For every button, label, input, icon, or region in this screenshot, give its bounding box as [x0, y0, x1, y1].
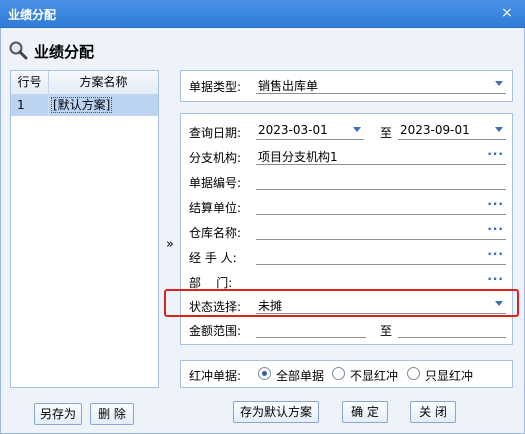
- scheme-row[interactable]: 1 [默认方案]: [11, 95, 158, 116]
- window-title: 业绩分配: [8, 8, 57, 22]
- scheme-row-no: 1: [11, 95, 49, 116]
- ellipsis-icon[interactable]: ···: [487, 222, 504, 236]
- branch-value: 项目分支机构1: [258, 150, 338, 164]
- close-icon[interactable]: ×: [499, 4, 515, 22]
- scheme-row-name-text: [默认方案]: [51, 97, 113, 113]
- col-scheme-name: 方案名称: [79, 75, 128, 89]
- dept-field[interactable]: ···: [256, 272, 506, 290]
- settle-field[interactable]: ···: [256, 197, 506, 215]
- ellipsis-icon[interactable]: ···: [487, 197, 504, 211]
- handler-field[interactable]: ···: [256, 247, 506, 265]
- warehouse-field[interactable]: ···: [256, 222, 506, 240]
- branch-label: 分支机构:: [189, 151, 242, 165]
- settle-label: 结算单位:: [189, 201, 242, 215]
- radio-hide-red-label[interactable]: 不显红冲: [350, 367, 398, 384]
- amount-to-input[interactable]: [398, 321, 506, 338]
- ellipsis-icon[interactable]: ···: [487, 147, 504, 161]
- ellipsis-icon[interactable]: ···: [487, 272, 504, 286]
- status-highlight: [164, 289, 519, 317]
- radio-only-red[interactable]: [407, 367, 420, 380]
- chevron-down-icon: [353, 127, 361, 132]
- ok-button[interactable]: 确 定: [342, 401, 388, 423]
- amount-from-input[interactable]: [256, 321, 366, 338]
- collapse-toggle[interactable]: »: [166, 237, 174, 252]
- radio-all[interactable]: [258, 367, 271, 380]
- scheme-row-name: [默认方案]: [49, 95, 158, 116]
- save-as-button[interactable]: 另存为: [34, 403, 82, 425]
- date-to-select[interactable]: 2023-09-01: [398, 123, 506, 140]
- close-button[interactable]: 关 闭: [410, 401, 456, 423]
- date-to-label: 至: [380, 126, 393, 140]
- save-default-button[interactable]: 存为默认方案: [233, 401, 319, 423]
- doc-type-select[interactable]: 销售出库单: [256, 77, 506, 94]
- handler-label: 经 手 人:: [189, 251, 237, 265]
- radio-all-label[interactable]: 全部单据: [276, 367, 324, 384]
- date-from-select[interactable]: 2023-03-01: [256, 123, 364, 140]
- date-label: 查询日期:: [189, 126, 242, 140]
- doc-type-value: 销售出库单: [258, 79, 319, 93]
- search-icon: [9, 41, 28, 60]
- doc-no-input[interactable]: [256, 173, 506, 190]
- doc-no-label: 单据编号:: [189, 176, 242, 190]
- ellipsis-icon[interactable]: ···: [487, 247, 504, 261]
- delete-button[interactable]: 删 除: [90, 403, 134, 425]
- amount-to-label: 至: [380, 324, 393, 338]
- branch-field[interactable]: 项目分支机构1 ···: [256, 147, 506, 165]
- date-from-value: 2023-03-01: [258, 123, 328, 137]
- title-bar: 业绩分配 ×: [0, 0, 525, 28]
- date-to-value: 2023-09-01: [400, 123, 470, 137]
- warehouse-label: 仓库名称:: [189, 226, 242, 240]
- red-label: 红冲单据:: [189, 369, 242, 383]
- scheme-list: 行号 方案名称 1 [默认方案]: [10, 70, 159, 388]
- amount-label: 金额范围:: [189, 324, 242, 338]
- scheme-list-header: 行号 方案名称: [11, 71, 158, 95]
- page-title: 业绩分配: [34, 43, 95, 61]
- chevron-down-icon: [495, 81, 503, 86]
- col-row-no: 行号: [11, 71, 49, 94]
- chevron-down-icon: [495, 127, 503, 132]
- radio-hide-red[interactable]: [332, 367, 345, 380]
- doc-type-label: 单据类型:: [189, 80, 242, 94]
- radio-only-red-label[interactable]: 只显红冲: [425, 367, 473, 384]
